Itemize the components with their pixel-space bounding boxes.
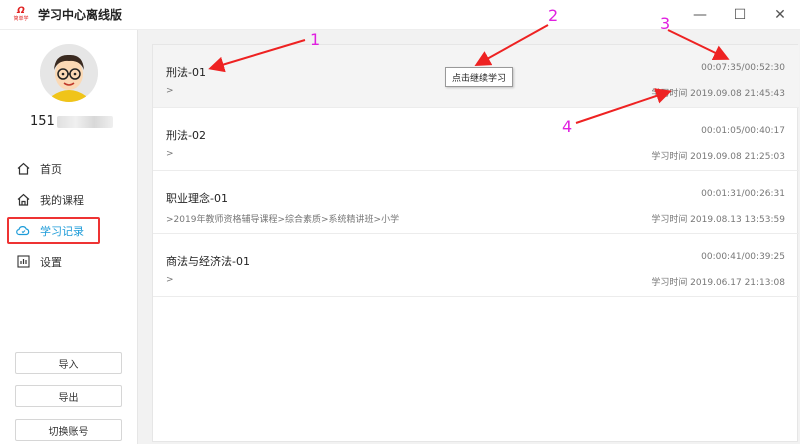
export-button[interactable]: 导出 [15, 385, 122, 407]
record-study-time: 学习时间 2019.09.08 21:25:03 [651, 152, 785, 162]
table-row[interactable]: 刑法-02 > 00:01:05/00:40:17 学习时间 2019.09.0… [153, 108, 799, 171]
table-row[interactable]: 商法与经济法-01 > 00:00:41/00:39:25 学习时间 2019.… [153, 234, 799, 297]
record-name: 商法与经济法-01 [166, 255, 250, 268]
continue-study-tooltip: 点击继续学习 [445, 67, 514, 87]
record-path: > [166, 149, 174, 159]
highlight-frame [7, 217, 100, 244]
record-path: > [166, 275, 174, 285]
switch-account-button[interactable]: 切换账号 [15, 419, 122, 441]
minimize-button[interactable]: — [680, 0, 720, 30]
record-progress: 00:00:41/00:39:25 [701, 252, 785, 262]
sidebar-item-label: 设置 [40, 255, 62, 269]
annotation-number-1: 1 [310, 30, 321, 49]
chart-icon [16, 255, 30, 269]
user-id-prefix: 151 [30, 114, 55, 129]
record-name: 刑法-01 [166, 66, 206, 79]
avatar[interactable] [40, 44, 98, 102]
study-record-list: 刑法-01 > 00:07:35/00:52:30 学习时间 2019.09.0… [152, 44, 799, 442]
window-controls: — ☐ ✕ [680, 0, 800, 30]
table-row[interactable]: 职业理念-01 >2019年教师资格辅导课程>综合素质>系统精讲班>小学 00:… [153, 171, 799, 234]
home-icon [16, 162, 30, 176]
logo-mark: Ω [17, 6, 25, 16]
sidebar-item-study-records[interactable]: 学习记录 [0, 215, 138, 246]
record-progress: 00:01:05/00:40:17 [701, 126, 785, 136]
sidebar-item-label: 首页 [40, 162, 62, 176]
record-name: 刑法-02 [166, 129, 206, 142]
user-id-blurred [56, 115, 113, 128]
sidebar: 151 首页 我的课程 学习记录 设置 导入 导出 切换账号 [0, 30, 138, 444]
close-button[interactable]: ✕ [760, 0, 800, 30]
record-study-time: 学习时间 2019.09.08 21:45:43 [651, 89, 785, 99]
sidebar-item-settings[interactable]: 设置 [0, 246, 138, 277]
record-path: >2019年教师资格辅导课程>综合素质>系统精讲班>小学 [166, 215, 400, 225]
import-button[interactable]: 导入 [15, 352, 122, 374]
maximize-button[interactable]: ☐ [720, 0, 760, 30]
record-progress: 00:07:35/00:52:30 [701, 63, 785, 73]
sidebar-item-label: 我的课程 [40, 193, 84, 207]
sidebar-item-my-courses[interactable]: 我的课程 [0, 184, 138, 215]
main-content: 刑法-01 > 00:07:35/00:52:30 学习时间 2019.09.0… [138, 30, 800, 444]
record-path: > [166, 86, 174, 96]
app-title: 学习中心离线版 [38, 8, 123, 22]
record-study-time: 学习时间 2019.06.17 21:13:08 [651, 278, 785, 288]
logo-subtext: 简单学 [13, 16, 29, 22]
avatar-face-icon [40, 44, 98, 102]
record-name: 职业理念-01 [166, 192, 228, 205]
user-id: 151 [30, 114, 113, 129]
sidebar-nav: 首页 我的课程 学习记录 设置 [0, 153, 138, 277]
record-study-time: 学习时间 2019.08.13 13:53:59 [651, 215, 785, 225]
sidebar-item-home[interactable]: 首页 [0, 153, 138, 184]
annotation-number-2: 2 [548, 6, 559, 25]
title-bar: Ω 简单学 学习中心离线版 — ☐ ✕ [0, 0, 800, 30]
home-outline-icon [16, 193, 30, 207]
record-progress: 00:01:31/00:26:31 [701, 189, 785, 199]
app-logo: Ω 简单学 [12, 6, 30, 24]
annotation-number-3: 3 [660, 14, 671, 33]
annotation-number-4: 4 [562, 117, 573, 136]
